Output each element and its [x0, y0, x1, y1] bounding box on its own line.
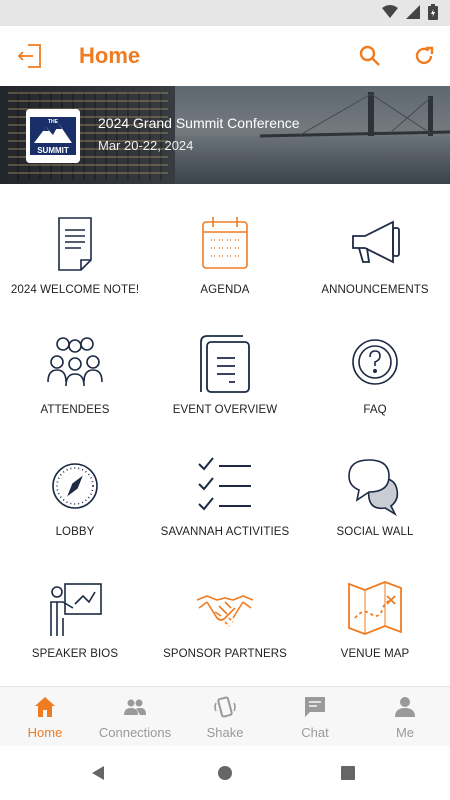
nav-chat[interactable]: Chat [270, 687, 360, 747]
megaphone-icon [352, 220, 400, 264]
handshake-icon [196, 595, 254, 627]
svg-text:SUMMIT: SUMMIT [37, 146, 69, 155]
note-icon [58, 217, 92, 271]
nav-home[interactable]: Home [0, 687, 90, 747]
wifi-icon [382, 5, 398, 18]
compass-icon [52, 463, 98, 509]
home-icon [35, 697, 55, 717]
home-circle-icon[interactable] [217, 765, 233, 781]
back-icon[interactable] [90, 765, 106, 781]
nav-connections[interactable]: Connections [90, 687, 180, 747]
chat-icon [305, 697, 325, 717]
tile-lobby[interactable]: LOBBY [0, 456, 150, 538]
map-icon [348, 581, 402, 635]
bottom-nav: Home Connections Shake Chat Me [0, 686, 450, 747]
tile-welcome-note[interactable]: 2024 WELCOME NOTE! [0, 214, 150, 296]
tile-sponsor-partners[interactable]: SPONSOR PARTNERS [150, 578, 300, 660]
tile-agenda[interactable]: AGENDA [150, 214, 300, 296]
logout-button[interactable] [14, 40, 46, 72]
search-button[interactable] [354, 40, 386, 72]
checklist-icon [198, 457, 251, 511]
profile-icon [395, 697, 415, 717]
nav-shake[interactable]: Shake [180, 687, 270, 747]
status-bar [0, 0, 450, 26]
page-title: Home [79, 43, 141, 68]
people-icon [47, 337, 103, 387]
tile-speaker-bios[interactable]: SPEAKER BIOS [0, 578, 150, 660]
tile-attendees[interactable]: ATTENDEES [0, 334, 150, 416]
signal-icon [406, 5, 420, 19]
presenter-icon [50, 583, 102, 636]
event-banner[interactable]: SUMMIT THE 2024 Grand Summit Conference … [0, 86, 450, 184]
document-icon [200, 335, 250, 393]
tile-event-overview[interactable]: EVENT OVERVIEW [150, 334, 300, 416]
chat-bubbles-icon [348, 459, 399, 516]
app-bar: Home [0, 26, 450, 86]
recents-icon[interactable] [341, 766, 355, 780]
nav-me[interactable]: Me [360, 687, 450, 747]
tile-social-wall[interactable]: SOCIAL WALL [300, 456, 450, 538]
svg-text:THE: THE [48, 119, 59, 125]
refresh-icon [415, 46, 434, 65]
shake-icon [214, 696, 236, 718]
battery-icon [428, 4, 438, 20]
calendar-icon [202, 217, 248, 269]
logout-icon [17, 44, 41, 68]
event-logo: SUMMIT THE [26, 109, 80, 163]
question-icon [352, 339, 398, 385]
tile-venue-map[interactable]: VENUE MAP [300, 578, 450, 660]
system-nav-bar [0, 746, 450, 800]
refresh-button[interactable] [408, 40, 440, 72]
tile-savannah-activities[interactable]: SAVANNAH ACTIVITIES [150, 456, 300, 538]
event-dates: Mar 20-22, 2024 [98, 138, 194, 153]
search-icon [359, 45, 380, 66]
event-title: 2024 Grand Summit Conference [98, 115, 300, 131]
connections-icon [124, 699, 146, 715]
tile-announcements[interactable]: ANNOUNCEMENTS [300, 214, 450, 296]
tile-faq[interactable]: FAQ [300, 334, 450, 416]
